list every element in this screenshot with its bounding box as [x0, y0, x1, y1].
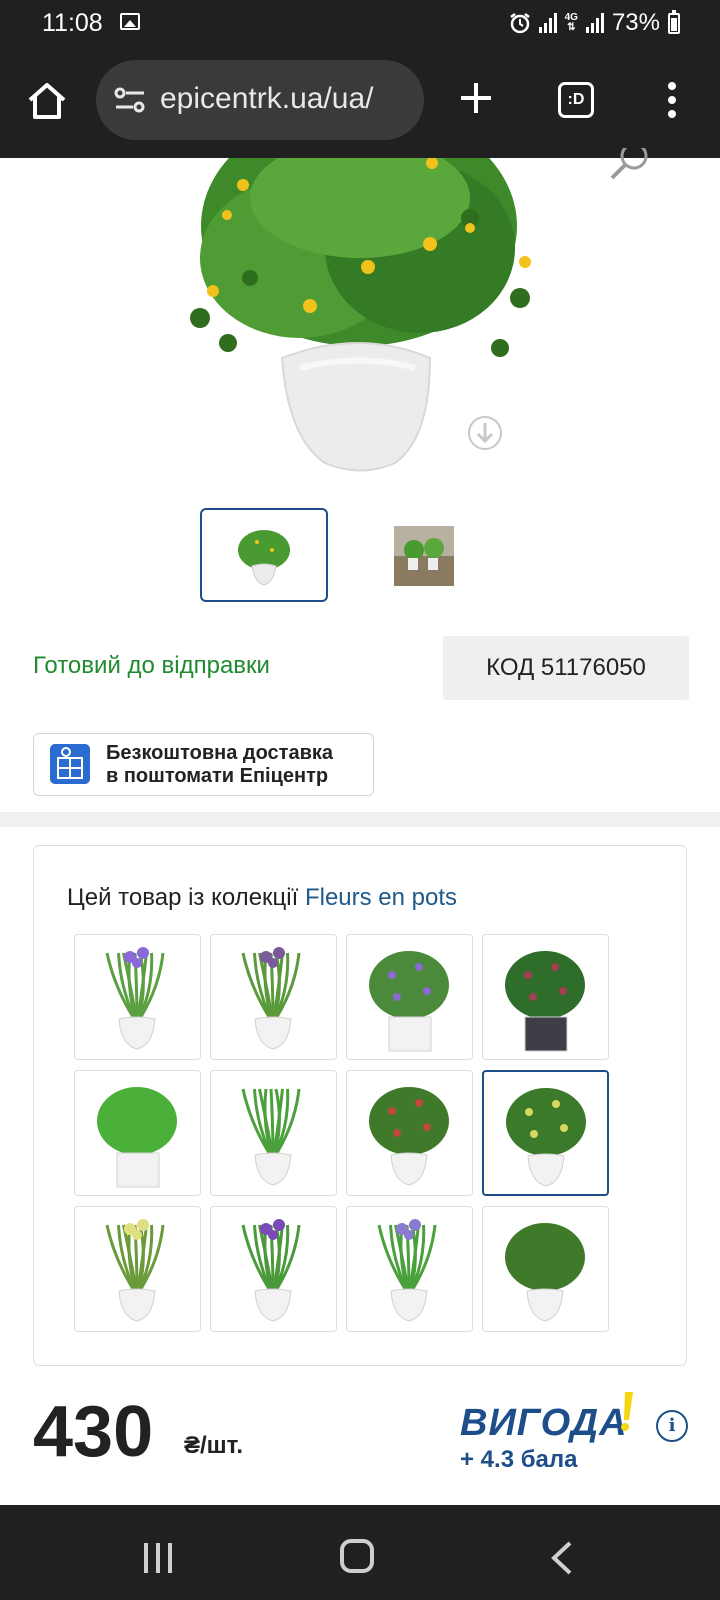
collection-item[interactable] [346, 1206, 473, 1332]
loyalty-exclamation-icon [621, 1392, 633, 1431]
section-divider [0, 812, 720, 827]
site-settings-icon[interactable] [114, 86, 146, 114]
collection-item-image [241, 1088, 301, 1186]
download-icon[interactable] [466, 414, 504, 452]
loyalty-logo: ВИГОДА [460, 1402, 628, 1444]
collection-block: Цей товар із колекції Fleurs en pots [33, 845, 687, 1366]
zoom-icon[interactable] [606, 148, 652, 184]
gallery-thumbnail-1[interactable] [200, 508, 328, 602]
delivery-line-1: Безкоштовна доставка [106, 742, 333, 764]
thumbnail-image [394, 526, 454, 586]
loyalty-bonus: + 4.3 бала [460, 1446, 578, 1473]
collection-item[interactable] [210, 1206, 337, 1332]
price-unit: ₴/шт. [184, 1432, 243, 1459]
collection-title: Цей товар із колекції Fleurs en pots [67, 884, 457, 912]
url-text[interactable]: epicentrk.ua/ua/ [160, 82, 373, 116]
back-icon[interactable] [550, 1541, 574, 1575]
collection-item[interactable] [210, 1070, 337, 1196]
status-bar: 11:08 4G ⇅ 73% [0, 0, 720, 46]
recent-apps-icon[interactable] [140, 1541, 176, 1575]
more-menu-icon[interactable] [662, 80, 682, 120]
tab-switcher-button[interactable]: :D [558, 82, 594, 118]
collection-item[interactable] [74, 1206, 201, 1332]
collection-item-image [241, 1219, 301, 1322]
signal-icon [538, 13, 557, 33]
collection-item-image [105, 1219, 165, 1322]
plant-illustration [190, 158, 531, 472]
info-icon[interactable]: i [656, 1410, 688, 1442]
price-amount: 430 [33, 1392, 154, 1472]
collection-item-image [505, 951, 585, 1052]
network-type: 4G ⇅ [564, 12, 578, 33]
signal-icon-2 [585, 13, 604, 33]
home-icon[interactable] [26, 80, 68, 122]
collection-item-image [97, 1087, 177, 1188]
delivery-text: Безкоштовна доставка в поштомати Епіцент… [106, 742, 333, 788]
battery-icon [668, 9, 680, 34]
address-bar[interactable]: epicentrk.ua/ua/ [96, 60, 424, 140]
alarm-icon [509, 13, 530, 34]
thumbnail-image [238, 530, 290, 586]
collection-item-image [105, 947, 165, 1050]
collection-item-image [241, 947, 301, 1050]
free-delivery-badge[interactable]: Безкоштовна доставка в поштомати Епіцент… [33, 733, 374, 796]
new-tab-icon[interactable] [458, 80, 494, 116]
clock: 11:08 [42, 9, 103, 37]
parcel-locker-icon [50, 744, 90, 784]
delivery-line-2: в поштомати Епіцентр [106, 765, 329, 787]
collection-item[interactable] [482, 1206, 609, 1332]
collection-item-image [505, 1223, 585, 1322]
availability-status: Готовий до відправки [33, 652, 270, 679]
battery-percent: 73% [611, 9, 660, 36]
collection-item[interactable] [482, 934, 609, 1060]
collection-item[interactable] [346, 1070, 473, 1196]
collection-item-image [377, 1219, 437, 1322]
collection-item[interactable] [74, 1070, 201, 1196]
collection-item[interactable] [346, 934, 473, 1060]
status-icons: 4G ⇅ 73% [509, 9, 680, 37]
collection-item[interactable] [74, 934, 201, 1060]
gallery-notification-icon [120, 13, 140, 30]
collection-item[interactable] [482, 1070, 609, 1196]
collection-link[interactable]: Fleurs en pots [305, 884, 457, 911]
collection-title-prefix: Цей товар із колекції [67, 884, 305, 911]
product-code: КОД 51176050 [443, 636, 689, 700]
collection-item[interactable] [210, 934, 337, 1060]
system-navigation-bar [0, 1505, 720, 1600]
product-main-image[interactable] [0, 158, 720, 478]
collection-item-image [369, 1087, 449, 1186]
home-nav-icon[interactable] [340, 1539, 374, 1573]
browser-toolbar: epicentrk.ua/ua/ :D [0, 46, 720, 158]
collection-item-image [369, 951, 449, 1052]
gallery-thumbnail-2[interactable] [392, 508, 520, 602]
collection-item-image [506, 1088, 586, 1187]
